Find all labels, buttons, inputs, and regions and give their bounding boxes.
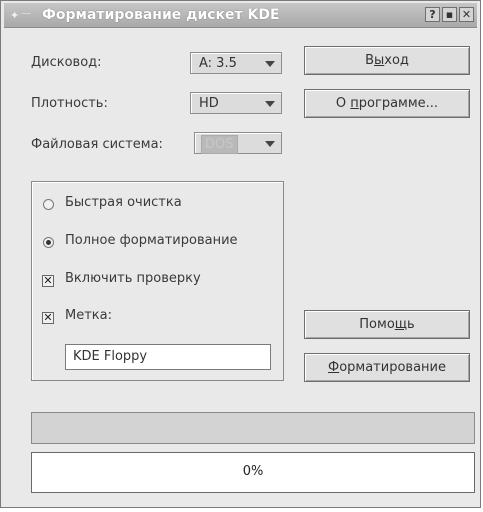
volume-label-label[interactable]: Метка: (65, 308, 112, 323)
density-label: Плотность: (31, 96, 108, 111)
chevron-down-icon (265, 141, 275, 147)
drive-select[interactable]: A: 3.5 (190, 52, 282, 74)
window-title: Форматирование дискет KDE (42, 7, 280, 23)
window-menu-icon[interactable]: ✦ ⁻⁻ (10, 9, 31, 22)
filesystem-label: Файловая система: (31, 137, 163, 152)
filesystem-select[interactable]: DOS (194, 132, 282, 154)
verify-label[interactable]: Включить проверку (65, 271, 201, 286)
minimize-icon[interactable]: ▪ (442, 7, 457, 22)
chevron-down-icon (265, 61, 275, 67)
kfloppy-window: ✦ ⁻⁻ Форматирование дискет KDE ? ▪ ✕ Дис… (0, 0, 481, 508)
close-icon[interactable]: ✕ (459, 7, 474, 22)
help-button[interactable]: Помощь (304, 310, 470, 339)
filesystem-select-value: DOS (201, 135, 238, 154)
progress-bar: 0% (31, 452, 475, 493)
drive-label: Дисковод: (31, 55, 102, 70)
about-button[interactable]: О программе... (304, 89, 470, 118)
density-select[interactable]: HD (190, 92, 282, 114)
format-button[interactable]: Форматирование (304, 353, 470, 382)
full-format-radio[interactable] (43, 237, 54, 248)
chevron-down-icon (265, 101, 275, 107)
exit-button[interactable]: Выход (304, 46, 470, 75)
density-select-value: HD (199, 96, 219, 111)
status-area (31, 412, 475, 444)
volume-label-input[interactable]: KDE Floppy (65, 344, 271, 370)
quick-erase-label[interactable]: Быстрая очистка (65, 195, 182, 210)
quick-erase-radio[interactable] (43, 199, 54, 210)
progress-text: 0% (242, 464, 264, 479)
title-bar[interactable]: ✦ ⁻⁻ Форматирование дискет KDE ? ▪ ✕ (4, 3, 477, 28)
help-question-icon[interactable]: ? (425, 7, 440, 22)
verify-checkbox[interactable]: ✕ (42, 275, 54, 287)
drive-select-value: A: 3.5 (199, 56, 237, 71)
volume-label-checkbox[interactable]: ✕ (42, 312, 54, 324)
full-format-label[interactable]: Полное форматирование (65, 233, 238, 248)
